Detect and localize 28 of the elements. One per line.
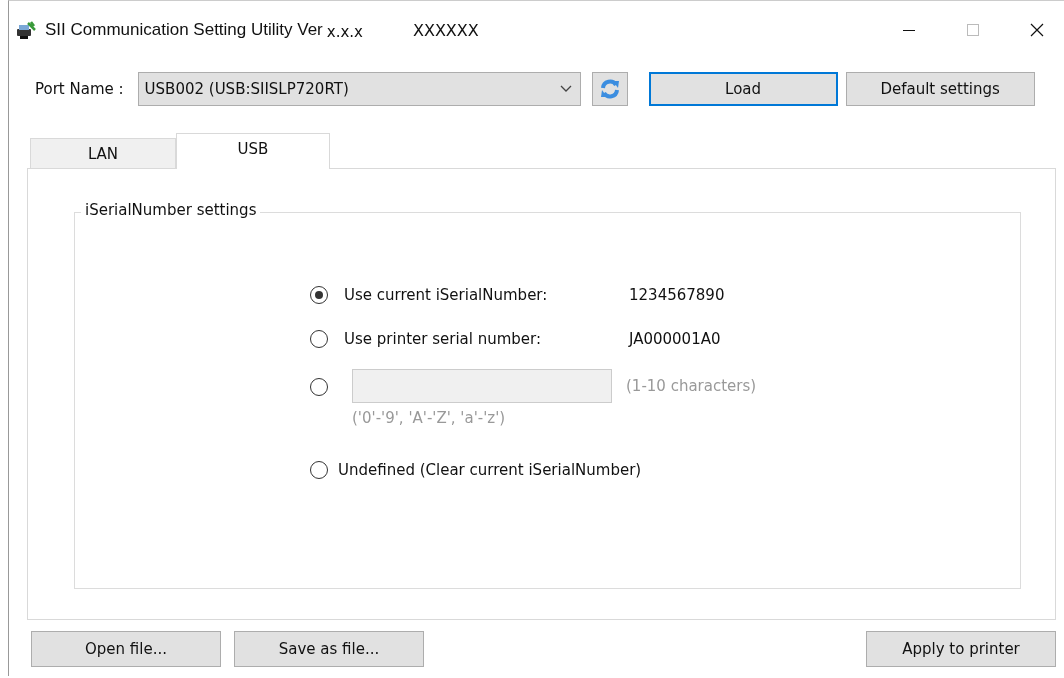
radio-button[interactable] xyxy=(310,286,328,304)
allowed-characters-note: ('0'-'9', 'A'-'Z', 'a'-'z') xyxy=(352,409,507,427)
default-settings-button[interactable]: Default settings xyxy=(845,72,1035,106)
tab[interactable]: USB xyxy=(176,133,330,169)
printer-icon xyxy=(15,20,37,40)
refresh-button[interactable] xyxy=(591,72,628,106)
tab[interactable]: LAN xyxy=(30,138,176,168)
option-label: Use printer serial number: xyxy=(344,330,543,348)
option-label: Use current iSerialNumber: xyxy=(344,286,549,304)
port-label: Port Name : xyxy=(35,80,124,98)
option-label: Undefined (Clear current iSerialNumber) xyxy=(338,461,642,479)
caret-icon xyxy=(559,85,572,93)
apply-to-printer-button[interactable]: Apply to printer xyxy=(866,631,1056,667)
version-text: x.x.x xyxy=(326,22,363,41)
save-as-file-button[interactable]: Save as file... xyxy=(234,631,424,667)
serial-value: JA000001A0 xyxy=(629,330,721,348)
radio-button[interactable] xyxy=(310,461,328,479)
close-icon[interactable] xyxy=(1030,23,1044,37)
refresh-icon xyxy=(598,78,621,100)
length-hint: (1-10 characters) xyxy=(626,377,757,395)
port-dropdown[interactable]: USB002 (USB:SIISLP720RT) xyxy=(137,72,581,106)
radio-button[interactable] xyxy=(310,330,328,348)
build-text: XXXXXX xyxy=(412,20,479,40)
load-button[interactable]: Load xyxy=(648,72,838,106)
window-title: SII Communication Setting Utility Ver xyxy=(45,20,323,40)
serial-value: 1234567890 xyxy=(629,286,725,304)
group-title: iSerialNumber settings xyxy=(81,201,261,219)
open-file-button[interactable]: Open file... xyxy=(31,631,221,667)
